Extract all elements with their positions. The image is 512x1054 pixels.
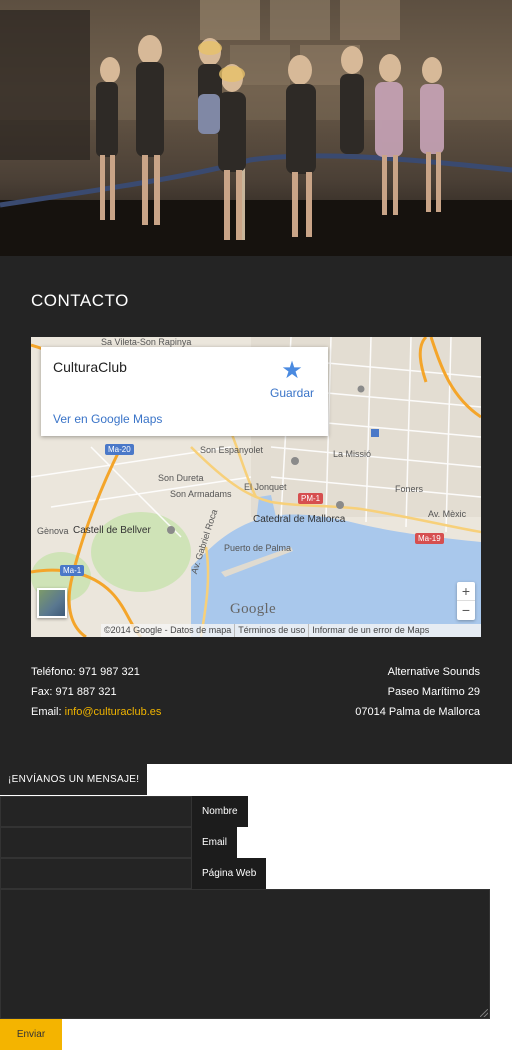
map-label: Castell de Bellver [73, 525, 151, 536]
google-logo: Google [230, 601, 276, 617]
contact-title: CONTACTO [31, 291, 129, 310]
save-place-button[interactable]: ★ Guardar [267, 357, 317, 400]
website-label: Página Web [192, 858, 267, 889]
phone-text: Teléfono: 971 987 321 [31, 666, 140, 678]
map-copyright: ©2014 Google - Datos de mapa [104, 625, 232, 635]
map-label: Gènova [37, 526, 69, 536]
fax-text: Fax: 971 887 321 [31, 686, 117, 698]
zoom-out-button[interactable]: − [457, 601, 475, 620]
zoom-control: + − [457, 582, 475, 620]
terms-of-use-link[interactable]: Términos de uso [234, 624, 308, 637]
website-input[interactable] [0, 858, 192, 889]
resize-grip-icon[interactable] [480, 1009, 488, 1017]
road-badge: PM-1 [298, 493, 324, 504]
map-label: El Jonquet [244, 482, 287, 492]
road-badge: Ma-20 [105, 444, 134, 455]
name-input[interactable] [0, 796, 192, 827]
map-label: Son Espanyolet [200, 445, 264, 455]
street-address: Paseo Marítimo 29 [387, 686, 480, 698]
form-heading: ¡ENVÍANOS UN MENSAJE! [0, 764, 148, 795]
view-in-google-maps-link[interactable]: Ver en Google Maps [53, 412, 162, 426]
email-label: Email [192, 827, 238, 858]
email-prefix: Email: [31, 706, 65, 718]
map-attribution: ©2014 Google - Datos de mapa Términos de … [101, 624, 481, 637]
city-address: 07014 Palma de Mallorca [355, 706, 480, 718]
satellite-view-toggle[interactable] [37, 588, 67, 618]
save-place-label: Guardar [269, 386, 315, 400]
road-badge: Ma-19 [415, 533, 444, 544]
hero-photo [0, 0, 512, 256]
contact-section: CONTACTO Sa Vileta-Son Rapinya Ma-20 Son… [0, 256, 512, 764]
name-label: Nombre [192, 796, 248, 827]
map-label: La Missió [333, 449, 372, 459]
map-label: Av. Mèxic [428, 509, 467, 519]
message-textarea[interactable] [0, 889, 490, 1019]
map-label: Son Armadams [170, 489, 232, 499]
map-info-card: CulturaClub ★ Guardar Ver en Google Maps [41, 347, 328, 436]
email-link[interactable]: info@culturaclub.es [65, 706, 162, 718]
email-row: Email: info@culturaclub.es [31, 702, 161, 722]
zoom-in-button[interactable]: + [457, 582, 475, 601]
google-map[interactable]: Sa Vileta-Son Rapinya Ma-20 Son Espanyol… [31, 337, 481, 637]
report-error-link[interactable]: Informar de un error de Maps [308, 624, 432, 637]
map-label: Puerto de Palma [224, 543, 292, 553]
contact-details: Teléfono: 971 987 321 Fax: 971 887 321 E… [31, 662, 161, 722]
map-label: Son Dureta [158, 473, 204, 483]
company-name: Alternative Sounds [387, 666, 480, 678]
map-label: Foners [395, 484, 424, 494]
hero-photo-illustration [0, 0, 512, 256]
road-badge: Ma-1 [60, 565, 85, 576]
place-name: CulturaClub [53, 359, 127, 375]
map-label: Sa Vileta-Son Rapinya [101, 337, 192, 347]
send-button[interactable]: Enviar [0, 1019, 62, 1050]
star-icon: ★ [281, 357, 303, 384]
map-label: Catedral de Mallorca [253, 514, 346, 525]
address-block: Alternative Sounds Paseo Marítimo 29 070… [355, 662, 480, 722]
email-input[interactable] [0, 827, 192, 858]
